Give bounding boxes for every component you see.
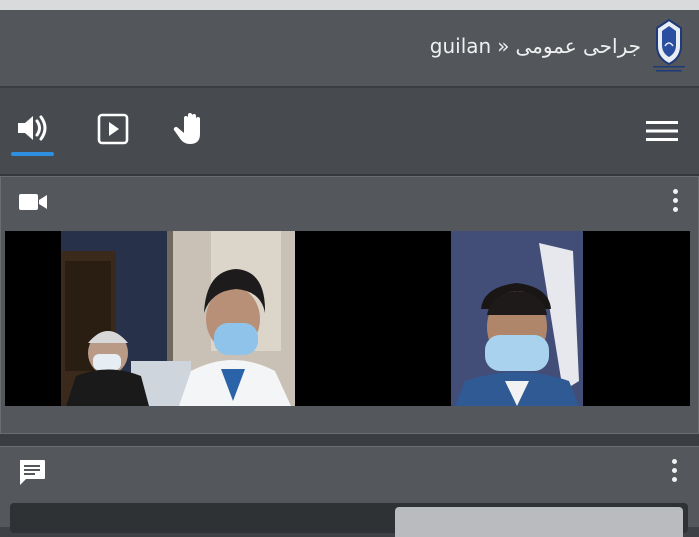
breadcrumb-site[interactable]: guilan bbox=[430, 34, 491, 58]
video-stage bbox=[5, 231, 690, 406]
university-emblem-icon[interactable] bbox=[649, 16, 689, 74]
room-header: guilan» جراحی عمومی bbox=[0, 10, 699, 88]
panel-divider bbox=[0, 434, 699, 446]
breadcrumb-separator: » bbox=[497, 34, 510, 58]
browser-top-strip bbox=[0, 0, 699, 10]
speaker-icon[interactable] bbox=[12, 108, 52, 148]
raise-hand-icon[interactable] bbox=[170, 108, 210, 148]
video-camera-icon bbox=[17, 189, 49, 215]
active-tab-indicator bbox=[11, 152, 54, 156]
breadcrumb: guilan» جراحی عمومی bbox=[430, 31, 641, 61]
video-panel bbox=[0, 176, 699, 434]
video-feed-2[interactable] bbox=[451, 231, 583, 406]
video-panel-more-icon[interactable] bbox=[671, 189, 679, 215]
video-feed-1[interactable] bbox=[61, 231, 295, 406]
hamburger-menu-icon[interactable] bbox=[642, 116, 682, 146]
chat-bubble-icon[interactable] bbox=[16, 457, 48, 487]
chat-panel bbox=[0, 446, 699, 537]
play-square-icon[interactable] bbox=[94, 110, 132, 148]
breadcrumb-room-name: جراحی عمومی bbox=[515, 34, 641, 58]
chat-send-area[interactable] bbox=[395, 507, 683, 537]
chat-panel-more-icon[interactable] bbox=[670, 459, 678, 485]
media-toolbar bbox=[0, 88, 699, 176]
